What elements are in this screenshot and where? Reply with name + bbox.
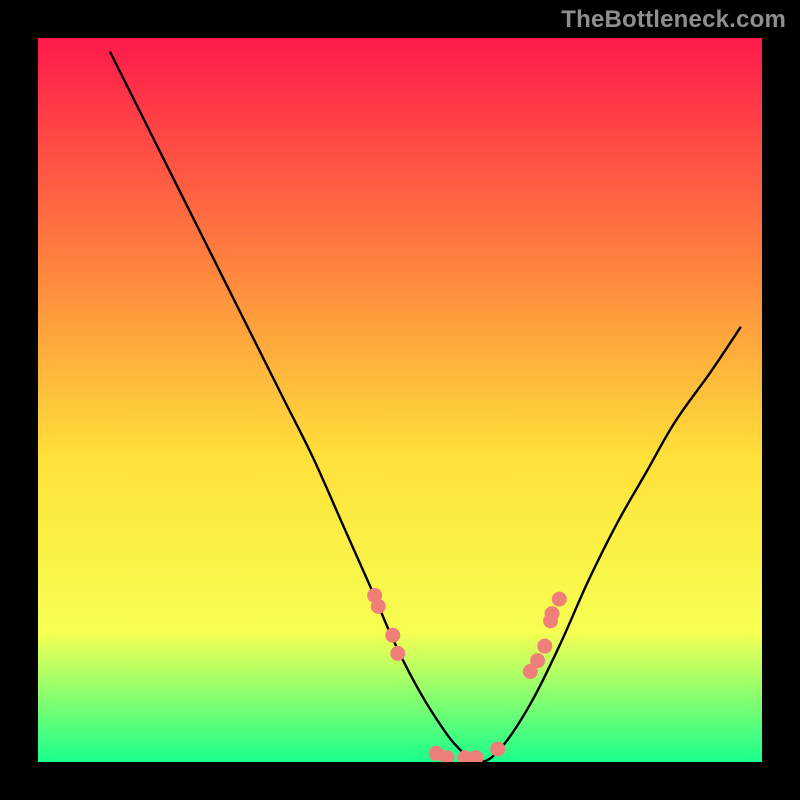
highlight-dot (440, 750, 455, 765)
highlight-dot (537, 639, 552, 654)
chart-frame: { "watermark": "TheBottleneck.com", "cha… (0, 0, 800, 800)
highlight-dot (385, 628, 400, 643)
highlight-dot (552, 592, 567, 607)
highlight-dot (469, 750, 484, 765)
bottleneck-chart (0, 0, 800, 800)
highlight-dot (371, 599, 386, 614)
highlight-dot (530, 653, 545, 668)
highlight-dot (390, 646, 405, 661)
highlight-dot (490, 741, 505, 756)
highlight-dot (545, 606, 560, 621)
watermark-text: TheBottleneck.com (561, 6, 786, 34)
